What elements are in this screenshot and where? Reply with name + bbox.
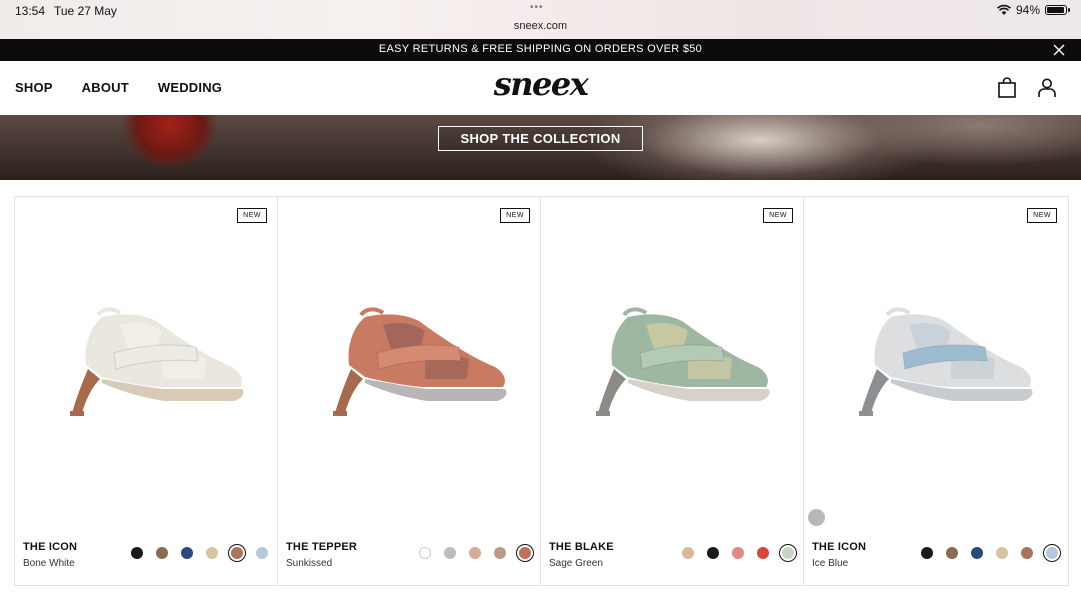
color-swatch[interactable] xyxy=(516,544,534,562)
color-swatch[interactable] xyxy=(1021,547,1033,559)
product-image[interactable] xyxy=(36,287,258,427)
product-grid: NEW THE ICON Bone White NEW THE TEPPER S… xyxy=(14,196,1069,586)
product-color: Sage Green xyxy=(549,558,603,569)
product-card[interactable]: NEW THE BLAKE Sage Green xyxy=(541,197,804,585)
color-swatch[interactable] xyxy=(707,547,719,559)
product-name[interactable]: THE BLAKE xyxy=(549,541,614,553)
color-swatches xyxy=(921,544,1061,562)
product-card[interactable]: NEW THE ICON Ice Blue xyxy=(804,197,1067,585)
product-image[interactable] xyxy=(562,287,784,427)
color-swatch[interactable] xyxy=(131,547,143,559)
status-bar: 13:54 Tue 27 May ••• sneex.com 94% xyxy=(0,0,1081,39)
new-badge: NEW xyxy=(763,208,793,223)
status-indicators: 94% xyxy=(997,3,1070,17)
product-card[interactable]: NEW THE TEPPER Sunkissed xyxy=(278,197,541,585)
tab-options-icon[interactable]: ••• xyxy=(530,2,544,13)
color-swatch[interactable] xyxy=(494,547,506,559)
color-swatch[interactable] xyxy=(779,544,797,562)
color-swatch[interactable] xyxy=(156,547,168,559)
new-badge: NEW xyxy=(237,208,267,223)
account-icon[interactable] xyxy=(1037,77,1057,99)
header-actions xyxy=(997,77,1057,99)
new-badge: NEW xyxy=(1027,208,1057,223)
status-date: Tue 27 May xyxy=(54,4,117,18)
hero-banner: SHOP THE COLLECTION xyxy=(0,115,1081,180)
color-swatches xyxy=(682,544,797,562)
promo-text: EASY RETURNS & FREE SHIPPING ON ORDERS O… xyxy=(378,43,703,55)
shop-collection-button[interactable]: SHOP THE COLLECTION xyxy=(438,126,643,151)
color-swatch[interactable] xyxy=(682,547,694,559)
wifi-icon xyxy=(997,4,1011,16)
product-name[interactable]: THE TEPPER xyxy=(286,541,357,553)
product-name[interactable]: THE ICON xyxy=(23,541,77,553)
promo-banner: EASY RETURNS & FREE SHIPPING ON ORDERS O… xyxy=(0,39,1081,61)
color-swatch[interactable] xyxy=(419,547,431,559)
color-swatch[interactable] xyxy=(256,547,268,559)
status-time: 13:54 xyxy=(15,4,46,18)
color-swatch[interactable] xyxy=(996,547,1008,559)
circle-indicator-icon xyxy=(808,509,825,526)
color-swatch[interactable] xyxy=(228,544,246,562)
color-swatch[interactable] xyxy=(757,547,769,559)
color-swatch[interactable] xyxy=(469,547,481,559)
color-swatch[interactable] xyxy=(971,547,983,559)
address-bar[interactable]: sneex.com xyxy=(0,20,1081,32)
color-swatch[interactable] xyxy=(921,547,933,559)
product-image[interactable] xyxy=(299,287,521,427)
product-name[interactable]: THE ICON xyxy=(812,541,866,553)
close-icon[interactable] xyxy=(1051,42,1067,58)
product-color: Ice Blue xyxy=(812,558,849,569)
color-swatch[interactable] xyxy=(181,547,193,559)
color-swatch[interactable] xyxy=(206,547,218,559)
brand-logo[interactable]: sneex xyxy=(0,65,1081,103)
product-color: Bone White xyxy=(23,558,75,569)
product-color: Sunkissed xyxy=(286,558,333,569)
color-swatches xyxy=(131,544,268,562)
color-swatch[interactable] xyxy=(444,547,456,559)
shopping-bag-icon[interactable] xyxy=(997,77,1017,99)
product-card[interactable]: NEW THE ICON Bone White xyxy=(15,197,278,585)
color-swatch[interactable] xyxy=(732,547,744,559)
color-swatches xyxy=(419,544,534,562)
color-swatch[interactable] xyxy=(1043,544,1061,562)
battery-icon xyxy=(1045,5,1070,15)
product-image[interactable] xyxy=(825,287,1047,427)
battery-percent: 94% xyxy=(1015,3,1040,17)
site-header: SHOP ABOUT WEDDING sneex xyxy=(0,61,1081,115)
new-badge: NEW xyxy=(500,208,530,223)
color-swatch[interactable] xyxy=(946,547,958,559)
